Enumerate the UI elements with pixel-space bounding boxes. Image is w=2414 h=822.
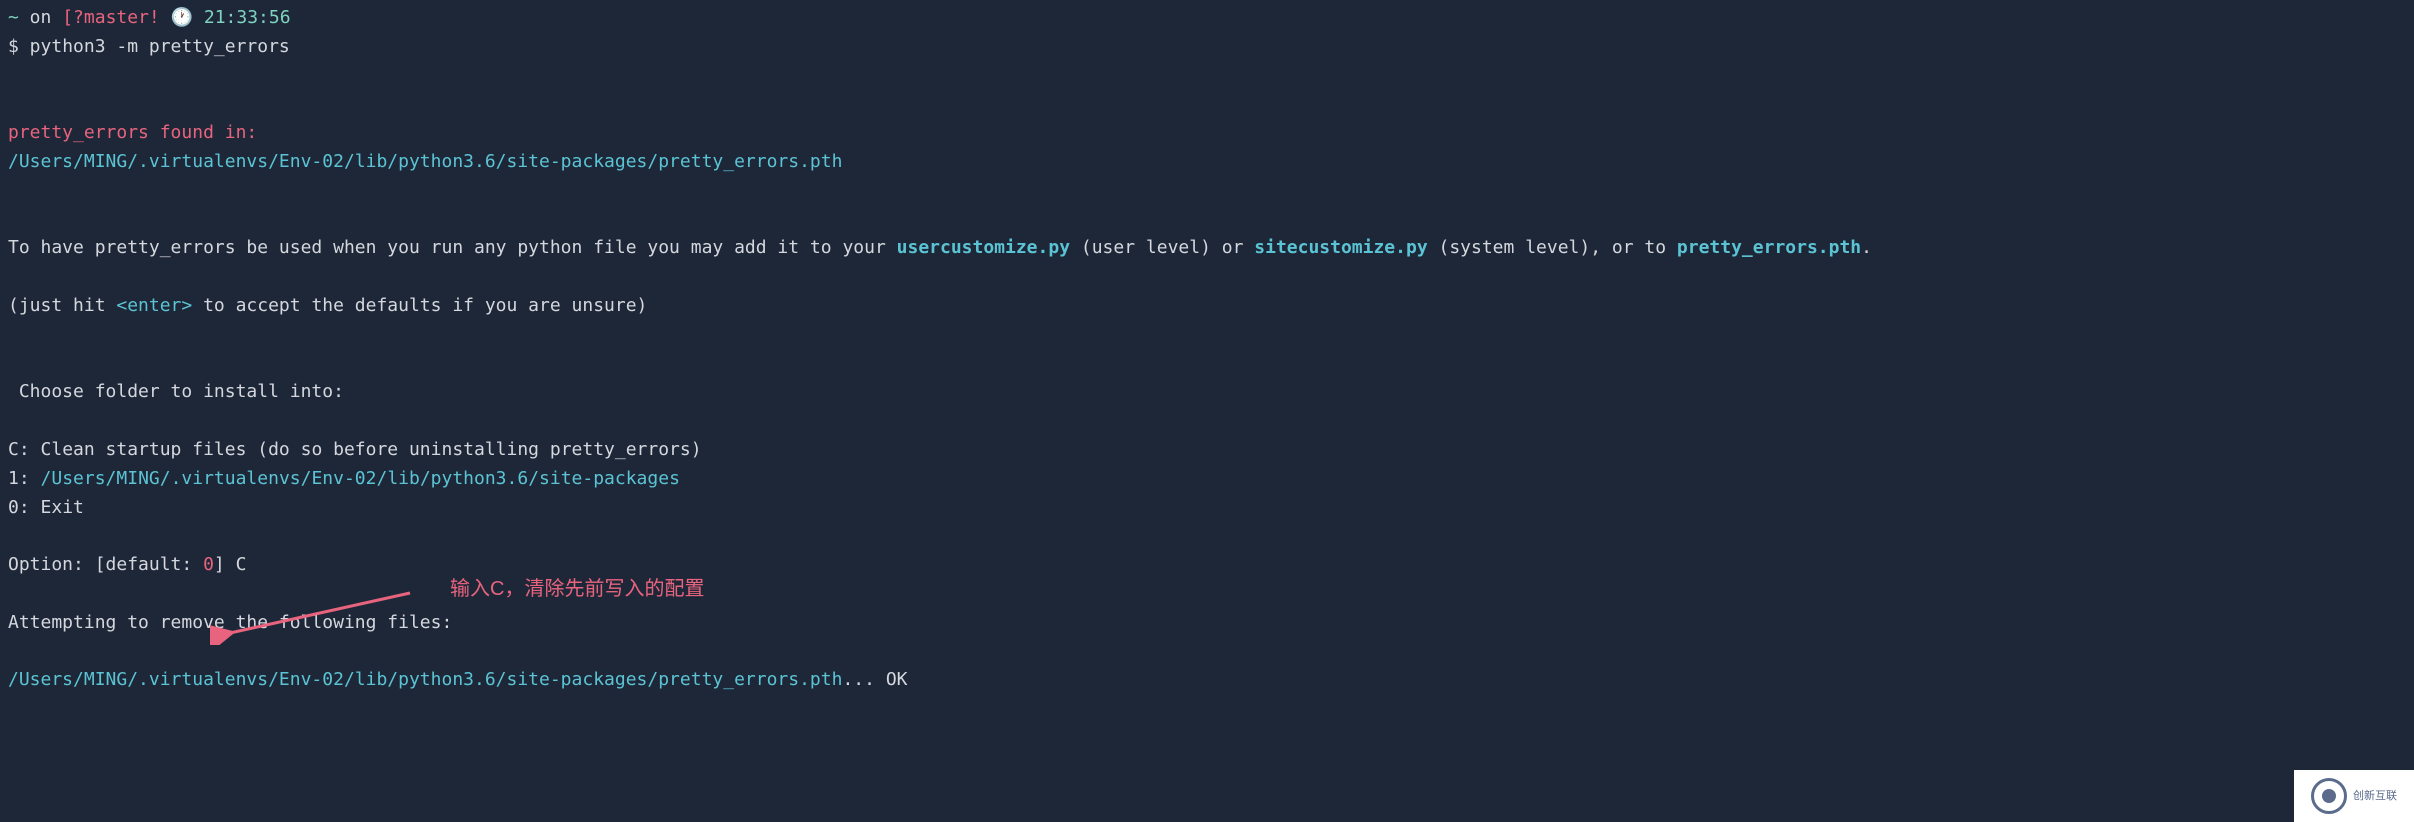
help-text: To have pretty_errors be used when you r… — [8, 234, 2406, 263]
prompt-dollar: $ — [8, 36, 19, 57]
shell-prompt-line2[interactable]: $ python3 -m pretty_errors — [8, 33, 2406, 62]
result-line: /Users/MING/.virtualenvs/Env-02/lib/pyth… — [8, 666, 2406, 695]
watermark: 创新互联 — [2294, 770, 2414, 822]
watermark-text: 创新互联 — [2353, 790, 2397, 802]
blank-line — [8, 90, 2406, 119]
blank-line — [8, 263, 2406, 292]
choose-folder-prompt: Choose folder to install into: — [8, 378, 2406, 407]
found-header: pretty_errors found in: — [8, 119, 2406, 148]
blank-line — [8, 321, 2406, 350]
user-input: C — [225, 554, 247, 575]
option-input-line[interactable]: Option: [default: 0] C — [8, 551, 2406, 580]
blank-line — [8, 407, 2406, 436]
hint-text: (just hit <enter> to accept the defaults… — [8, 292, 2406, 321]
option-c: C: Clean startup files (do so before uni… — [8, 436, 2406, 465]
watermark-logo-icon — [2311, 778, 2347, 814]
option-0: 0: Exit — [8, 494, 2406, 523]
clock-icon: 🕐 — [171, 7, 193, 28]
blank-line — [8, 177, 2406, 206]
blank-line — [8, 350, 2406, 379]
blank-line — [8, 206, 2406, 235]
timestamp: 21:33:56 — [204, 7, 291, 28]
option-1: 1: /Users/MING/.virtualenvs/Env-02/lib/p… — [8, 465, 2406, 494]
annotation-text: 输入C，清除先前写入的配置 — [450, 573, 704, 605]
command-text: python3 -m pretty_errors — [19, 36, 290, 57]
git-branch-indicator: [?master! — [62, 7, 160, 28]
on-text: on — [19, 7, 62, 28]
shell-prompt-line1: ~ on [?master! 🕐 21:33:56 — [8, 4, 2406, 33]
found-path: /Users/MING/.virtualenvs/Env-02/lib/pyth… — [8, 148, 2406, 177]
blank-line — [8, 62, 2406, 91]
blank-line — [8, 522, 2406, 551]
tilde-symbol: ~ — [8, 7, 19, 28]
annotation-arrow-icon — [210, 585, 430, 645]
